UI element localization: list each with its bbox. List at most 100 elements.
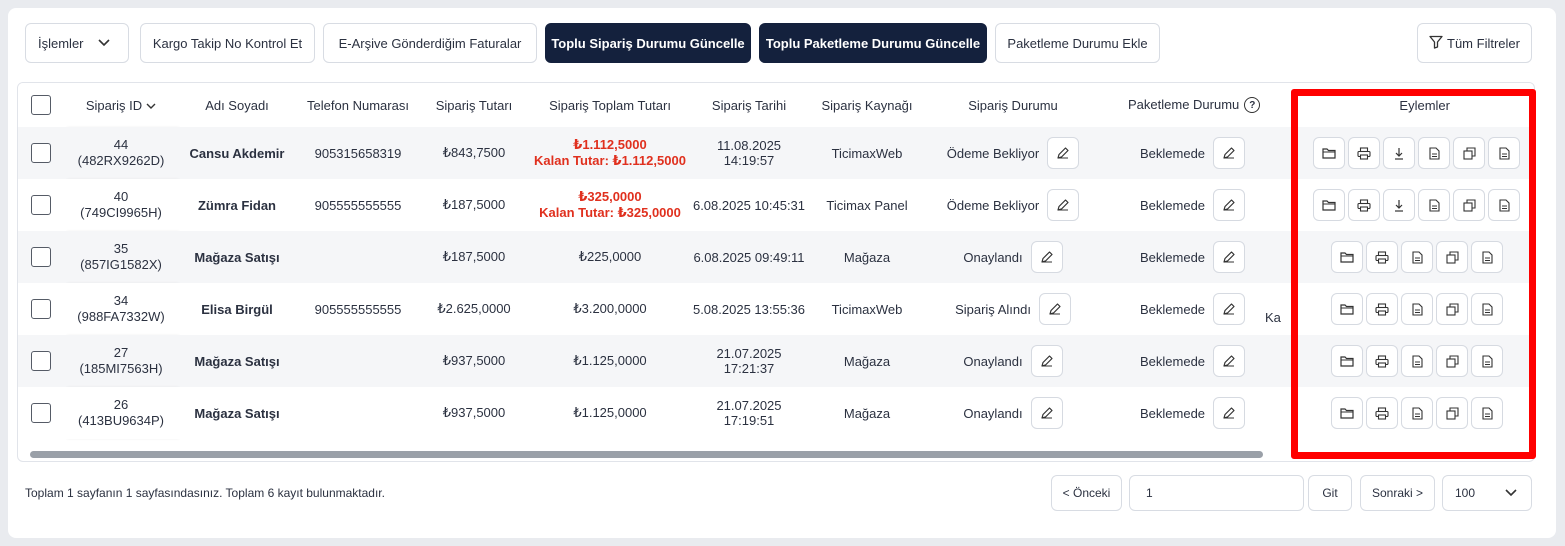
edit-package-status-button[interactable] <box>1213 137 1246 169</box>
order-source: TicimaxWeb <box>806 127 928 179</box>
help-icon[interactable]: ? <box>1244 97 1261 114</box>
edit-status-button[interactable] <box>1047 189 1080 221</box>
copy-button[interactable] <box>1436 345 1468 377</box>
header-actions: Eylemler <box>1268 83 1533 127</box>
print-icon <box>1375 406 1389 420</box>
print-button[interactable] <box>1366 241 1398 273</box>
document-button[interactable] <box>1401 241 1433 273</box>
header-phone: Telefon Numarası <box>296 83 420 127</box>
edit-status-button[interactable] <box>1030 345 1063 377</box>
page-number-input[interactable] <box>1129 475 1304 511</box>
open-folder-button[interactable] <box>1331 293 1363 325</box>
edit-package-status-button[interactable] <box>1213 397 1246 429</box>
order-status-cell: Ödeme Bekliyor <box>928 127 1098 179</box>
row-checkbox[interactable] <box>31 195 51 215</box>
pencil-icon <box>1222 406 1236 420</box>
header-order-id[interactable]: Sipariş ID <box>64 83 178 127</box>
edit-status-button[interactable] <box>1030 397 1063 429</box>
invoice-button[interactable] <box>1471 397 1503 429</box>
download-button[interactable] <box>1383 137 1415 169</box>
select-all-checkbox[interactable] <box>31 95 51 115</box>
document-button[interactable] <box>1401 397 1433 429</box>
print-button[interactable] <box>1348 137 1380 169</box>
invoice-button[interactable] <box>1471 345 1503 377</box>
phone-number <box>296 231 420 283</box>
edit-status-button[interactable] <box>1038 293 1071 325</box>
row-checkbox[interactable] <box>31 351 51 371</box>
order-id-cell: 35 (857IG1582X) <box>64 231 178 283</box>
invoice-button[interactable] <box>1488 189 1520 221</box>
package-status: Beklemede <box>1140 197 1206 213</box>
invoice-button[interactable] <box>1471 293 1503 325</box>
document-button[interactable] <box>1401 293 1433 325</box>
copy-button[interactable] <box>1436 397 1468 429</box>
print-button[interactable] <box>1366 293 1398 325</box>
document-icon <box>1428 146 1440 160</box>
copy-button[interactable] <box>1436 241 1468 273</box>
open-folder-button[interactable] <box>1313 189 1345 221</box>
open-folder-button[interactable] <box>1331 345 1363 377</box>
next-page-button[interactable]: Sonraki > <box>1360 475 1435 511</box>
document-button[interactable] <box>1418 137 1450 169</box>
invoice-button[interactable] <box>1471 241 1503 273</box>
copy-button[interactable] <box>1453 189 1485 221</box>
order-date: 5.08.2025 13:55:36 <box>692 283 806 335</box>
open-folder-button[interactable] <box>1331 241 1363 273</box>
add-package-status-button[interactable]: Paketleme Durumu Ekle <box>995 23 1160 63</box>
copy-button[interactable] <box>1453 137 1485 169</box>
row-checkbox[interactable] <box>31 247 51 267</box>
order-id: 40 <box>113 189 129 204</box>
order-code: (185MI7563H) <box>79 361 163 376</box>
print-button[interactable] <box>1366 397 1398 429</box>
edit-package-status-button[interactable] <box>1213 189 1246 221</box>
edit-status-button[interactable] <box>1030 241 1063 273</box>
edit-package-status-button[interactable] <box>1213 293 1246 325</box>
go-button[interactable]: Git <box>1308 475 1352 511</box>
edit-package-status-button[interactable] <box>1213 345 1246 377</box>
table-row: 34 (988FA7332W) Elisa Birgül 905555555555… <box>18 283 1533 335</box>
row-actions <box>1313 189 1520 221</box>
open-folder-button[interactable] <box>1313 137 1345 169</box>
row-checkbox[interactable] <box>31 143 51 163</box>
package-status: Beklemede <box>1140 353 1206 369</box>
customer-name: Elisa Birgül <box>178 283 296 335</box>
invoice-icon <box>1498 198 1510 212</box>
download-button[interactable] <box>1383 189 1415 221</box>
copy-icon <box>1445 250 1459 264</box>
bulk-order-status-button[interactable]: Toplu Sipariş Durumu Güncelle <box>545 23 751 63</box>
horizontal-scrollbar[interactable] <box>30 451 1263 458</box>
actions-dropdown[interactable]: İşlemler <box>25 23 129 63</box>
open-folder-button[interactable] <box>1331 397 1363 429</box>
order-status-cell: Onaylandı <box>928 231 1098 283</box>
customer-name: Mağaza Satışı <box>178 335 296 387</box>
edit-status-button[interactable] <box>1047 137 1080 169</box>
earsiv-invoices-button[interactable]: E-Arşive Gönderdiğim Faturalar <box>323 23 537 63</box>
edit-package-status-button[interactable] <box>1213 241 1246 273</box>
cargo-check-button[interactable]: Kargo Takip No Kontrol Et <box>140 23 315 63</box>
row-checkbox[interactable] <box>31 299 51 319</box>
order-status-cell: Onaylandı <box>928 335 1098 387</box>
all-filters-button[interactable]: Tüm Filtreler <box>1417 23 1532 63</box>
order-amount: ₺937,5000 <box>420 335 528 387</box>
print-icon <box>1357 146 1371 160</box>
document-button[interactable] <box>1401 345 1433 377</box>
pencil-icon <box>1222 146 1236 160</box>
bulk-package-status-button[interactable]: Toplu Paketleme Durumu Güncelle <box>759 23 987 63</box>
package-status: Beklemede <box>1140 301 1206 317</box>
print-button[interactable] <box>1348 189 1380 221</box>
print-button[interactable] <box>1366 345 1398 377</box>
table-row: 26 (413BU9634P) Mağaza Satışı ₺937,5000 ₺… <box>18 387 1533 439</box>
order-status: Sipariş Alındı <box>955 301 1031 317</box>
order-total: ₺325,0000 <box>578 189 642 204</box>
page-size-select[interactable]: 100 <box>1442 475 1532 511</box>
document-button[interactable] <box>1418 189 1450 221</box>
prev-page-button[interactable]: < Önceki <box>1051 475 1122 511</box>
copy-button[interactable] <box>1436 293 1468 325</box>
row-checkbox[interactable] <box>31 403 51 423</box>
copy-icon <box>1445 302 1459 316</box>
order-code: (482RX9262D) <box>77 153 165 168</box>
invoice-button[interactable] <box>1488 137 1520 169</box>
actions-cell <box>1268 283 1533 335</box>
toolbar: İşlemler Kargo Takip No Kontrol Et E-Arş… <box>17 23 1532 63</box>
package-status-cell: Beklemede <box>1098 179 1268 231</box>
